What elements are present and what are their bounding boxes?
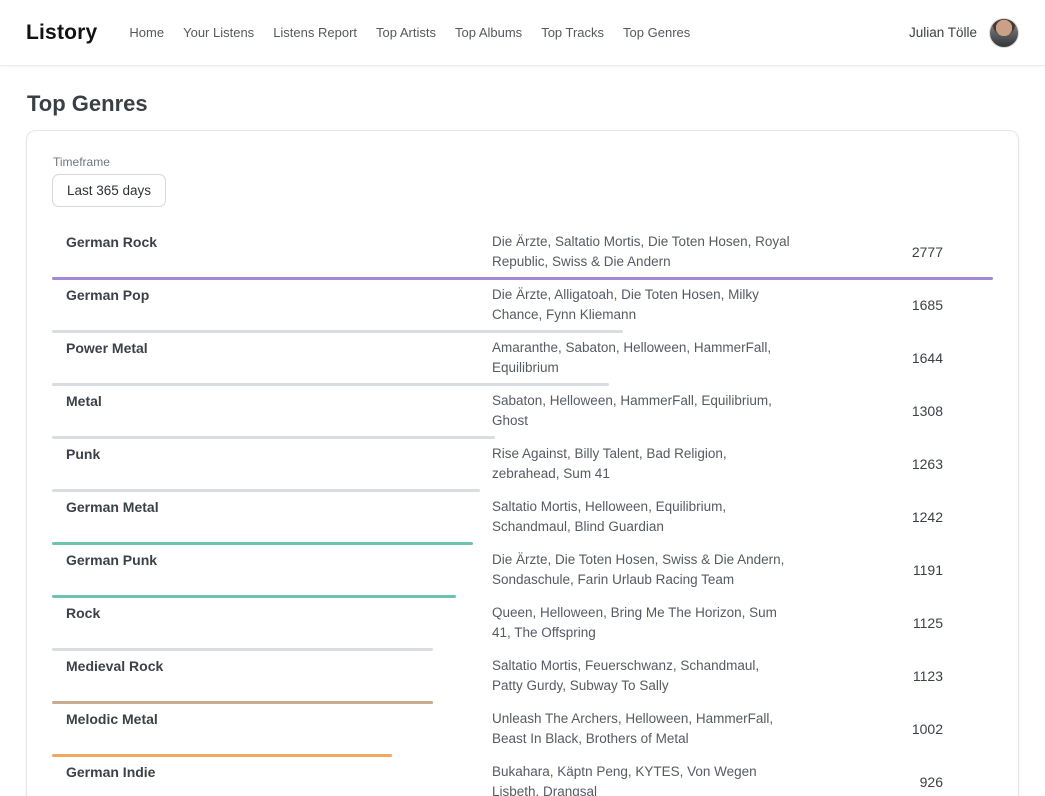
- genre-name: German Punk: [52, 550, 492, 570]
- genre-count: 1002: [792, 721, 993, 737]
- genre-artists: Saltatio Mortis, Helloween, Equilibrium,…: [492, 497, 792, 537]
- genre-name: Medieval Rock: [52, 656, 492, 676]
- genre-artists: Rise Against, Billy Talent, Bad Religion…: [492, 444, 792, 484]
- genre-name: Melodic Metal: [52, 709, 492, 729]
- genre-count: 2777: [792, 244, 993, 260]
- genre-name: German Metal: [52, 497, 492, 517]
- top-genres-card: Timeframe Last 365 days German Rock Die …: [26, 130, 1019, 796]
- genre-artists: Saltatio Mortis, Feuerschwanz, Schandmau…: [492, 656, 792, 696]
- genre-row: German Rock Die Ärzte, Saltatio Mortis, …: [52, 227, 993, 280]
- genre-name: Metal: [52, 391, 492, 411]
- nav-user-area: Julian Tölle: [909, 18, 1019, 48]
- main-content: Top Genres Timeframe Last 365 days Germa…: [0, 91, 1045, 796]
- nav-item-top-tracks[interactable]: Top Tracks: [541, 25, 604, 40]
- genre-row: German Punk Die Ärzte, Die Toten Hosen, …: [52, 545, 993, 598]
- nav-item-top-albums[interactable]: Top Albums: [455, 25, 522, 40]
- top-navbar: Listory Home Your Listens Listens Report To…: [0, 0, 1045, 66]
- nav-item-listens-report[interactable]: Listens Report: [273, 25, 357, 40]
- genre-artists: Amaranthe, Sabaton, Helloween, HammerFal…: [492, 338, 792, 378]
- timeframe-label: Timeframe: [53, 155, 993, 169]
- nav-item-home[interactable]: Home: [129, 25, 164, 40]
- brand-logo[interactable]: Listory: [26, 21, 97, 45]
- genre-name: German Indie: [52, 762, 492, 782]
- user-name[interactable]: Julian Tölle: [909, 25, 977, 40]
- genre-row: German Pop Die Ärzte, Alligatoah, Die To…: [52, 280, 993, 333]
- genre-row: German Metal Saltatio Mortis, Helloween,…: [52, 492, 993, 545]
- genre-count: 1308: [792, 403, 993, 419]
- genre-row: Medieval Rock Saltatio Mortis, Feuerschw…: [52, 651, 993, 704]
- avatar[interactable]: [989, 18, 1019, 48]
- genre-row: Metal Sabaton, Helloween, HammerFall, Eq…: [52, 386, 993, 439]
- genre-name: German Pop: [52, 285, 492, 305]
- page-title: Top Genres: [27, 91, 1019, 117]
- genre-artists: Bukahara, Käptn Peng, KYTES, Von Wegen L…: [492, 762, 792, 796]
- nav-item-your-listens[interactable]: Your Listens: [183, 25, 254, 40]
- genre-name: Power Metal: [52, 338, 492, 358]
- genre-count: 926: [792, 774, 993, 790]
- genre-table: German Rock Die Ärzte, Saltatio Mortis, …: [52, 227, 993, 796]
- genre-artists: Die Ärzte, Die Toten Hosen, Swiss & Die …: [492, 550, 792, 590]
- nav-links: Home Your Listens Listens Report Top Artist…: [129, 25, 909, 40]
- genre-count: 1125: [792, 615, 993, 631]
- genre-count: 1123: [792, 668, 993, 684]
- genre-artists: Sabaton, Helloween, HammerFall, Equilibr…: [492, 391, 792, 431]
- genre-row: Melodic Metal Unleash The Archers, Hello…: [52, 704, 993, 757]
- genre-artists: Die Ärzte, Saltatio Mortis, Die Toten Ho…: [492, 232, 792, 272]
- genre-row: Power Metal Amaranthe, Sabaton, Hellowee…: [52, 333, 993, 386]
- genre-artists: Unleash The Archers, Helloween, HammerFa…: [492, 709, 792, 749]
- genre-row: German Indie Bukahara, Käptn Peng, KYTES…: [52, 757, 993, 796]
- genre-name: German Rock: [52, 232, 492, 252]
- genre-artists: Die Ärzte, Alligatoah, Die Toten Hosen, …: [492, 285, 792, 325]
- genre-row: Rock Queen, Helloween, Bring Me The Hori…: [52, 598, 993, 651]
- nav-item-top-artists[interactable]: Top Artists: [376, 25, 436, 40]
- genre-count: 1685: [792, 297, 993, 313]
- genre-count: 1191: [792, 562, 993, 578]
- genre-count: 1242: [792, 509, 993, 525]
- nav-item-top-genres[interactable]: Top Genres: [623, 25, 690, 40]
- genre-name: Rock: [52, 603, 492, 623]
- genre-row: Punk Rise Against, Billy Talent, Bad Rel…: [52, 439, 993, 492]
- genre-count: 1644: [792, 350, 993, 366]
- genre-artists: Queen, Helloween, Bring Me The Horizon, …: [492, 603, 792, 643]
- genre-count: 1263: [792, 456, 993, 472]
- genre-name: Punk: [52, 444, 492, 464]
- timeframe-select[interactable]: Last 365 days: [52, 174, 166, 207]
